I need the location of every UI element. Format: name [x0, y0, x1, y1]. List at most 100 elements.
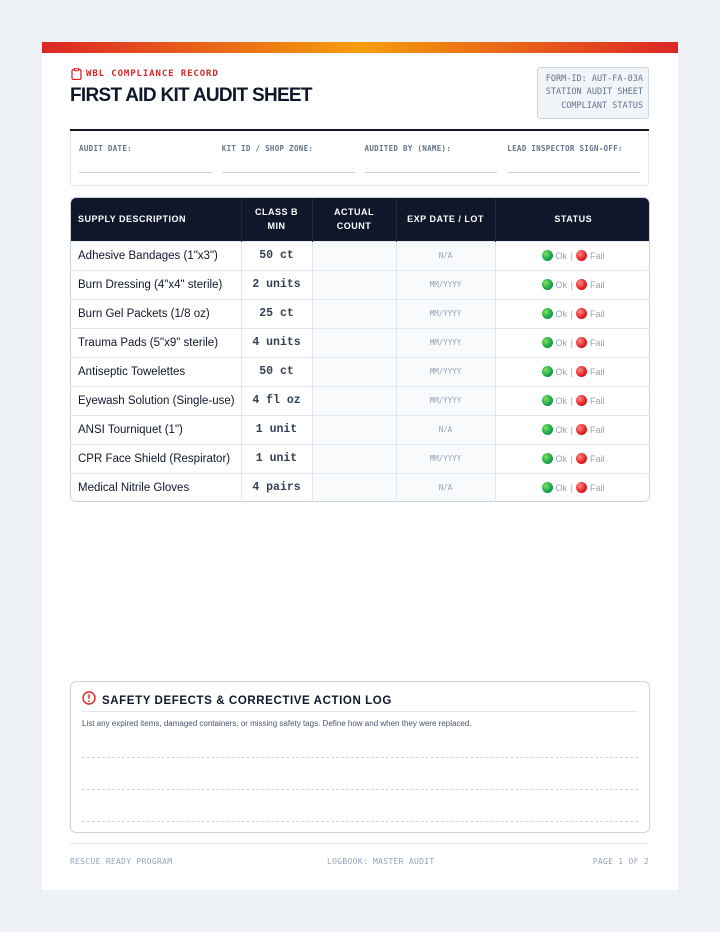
table-row: Burn Dressing (4"x4" sterile) 2 units MM/Y…	[71, 270, 649, 299]
table-row: CPR Face Shield (Respirator) 1 unit MM/YYY…	[71, 444, 649, 473]
actual-count-cell[interactable]	[312, 357, 397, 386]
page-title: FIRST AID KIT AUDIT SHEET	[70, 85, 313, 106]
supply-description: Burn Dressing (4"x4" sterile)	[71, 270, 242, 299]
exp-date-cell[interactable]: MM/YYYY	[396, 386, 496, 415]
status-fail-label[interactable]: Fail	[590, 309, 605, 319]
status-fail-label[interactable]: Fail	[590, 251, 605, 261]
red-dot-icon[interactable]	[576, 453, 588, 464]
exp-date-cell[interactable]: MM/YYYY	[396, 328, 496, 357]
footer-page-number: PAGE 1 OF 2	[592, 857, 649, 866]
status-separator: |	[570, 454, 573, 464]
exp-date-cell[interactable]: N/A	[396, 415, 496, 444]
status-fail-label[interactable]: Fail	[590, 396, 605, 406]
status-cell: Ok | Fail	[495, 415, 649, 444]
status-ok-label[interactable]: Ok	[556, 367, 568, 377]
table-row: Trauma Pads (5"x9" sterile) 4 units MM/YYY…	[71, 328, 649, 357]
status-ok-label[interactable]: Ok	[556, 454, 568, 464]
green-dot-icon[interactable]	[542, 250, 554, 261]
table-header-row: SUPPLY DESCRIPTION CLASS B MIN ACTUAL CO…	[71, 198, 649, 241]
supply-description: CPR Face Shield (Respirator)	[71, 444, 242, 473]
status-cell: Ok | Fail	[495, 444, 649, 473]
audit-date-field[interactable]: AUDIT DATE:	[79, 131, 212, 185]
class-b-min: 1 unit	[241, 444, 313, 473]
actual-count-cell[interactable]	[312, 270, 397, 299]
actual-count-cell[interactable]	[312, 299, 397, 328]
write-line[interactable]	[82, 789, 638, 790]
red-dot-icon[interactable]	[576, 395, 588, 406]
write-line[interactable]	[82, 821, 638, 822]
green-dot-icon[interactable]	[542, 482, 554, 494]
green-dot-icon[interactable]	[542, 366, 554, 377]
status-fail-label[interactable]: Fail	[590, 280, 605, 290]
inspector-signoff-field[interactable]: LEAD INSPECTOR SIGN-OFF:	[507, 131, 640, 185]
status-ok-label[interactable]: Ok	[556, 425, 568, 435]
status-ok-label[interactable]: Ok	[556, 309, 568, 319]
red-dot-icon[interactable]	[576, 308, 588, 319]
class-b-min: 4 fl oz	[241, 386, 313, 415]
col-header-line: MIN	[267, 221, 286, 232]
red-dot-icon[interactable]	[576, 250, 588, 261]
status-ok-label[interactable]: Ok	[556, 483, 568, 493]
actual-count-cell[interactable]	[312, 386, 397, 415]
kicker-label: WBL COMPLIANCE RECORD	[86, 69, 219, 79]
actual-count-cell[interactable]	[312, 328, 397, 357]
green-dot-icon[interactable]	[542, 279, 554, 290]
status-cell: Ok | Fail	[495, 386, 649, 415]
status-fail-label[interactable]: Fail	[590, 425, 605, 435]
col-header-exp-date: EXP DATE / LOT	[396, 198, 496, 241]
green-dot-icon[interactable]	[542, 424, 554, 435]
red-dot-icon[interactable]	[576, 279, 588, 290]
status-separator: |	[570, 251, 573, 261]
red-dot-icon[interactable]	[576, 424, 588, 435]
write-line[interactable]	[82, 757, 638, 758]
col-header-description: SUPPLY DESCRIPTION	[71, 198, 242, 241]
meta-label: AUDITED BY (NAME):	[364, 144, 452, 153]
status-ok-label[interactable]: Ok	[556, 280, 568, 290]
table-row: Adhesive Bandages (1"x3") 50 ct N/A Ok | F…	[71, 241, 649, 270]
status-separator: |	[570, 338, 573, 348]
status-fail-label[interactable]: Fail	[590, 338, 605, 348]
red-dot-icon[interactable]	[576, 337, 588, 348]
table-row: Eyewash Solution (Single-use) 4 fl oz MM/Y…	[71, 386, 649, 415]
status-fail-label[interactable]: Fail	[590, 483, 605, 493]
status-separator: |	[570, 280, 573, 290]
supply-description: Adhesive Bandages (1"x3")	[71, 241, 242, 270]
red-dot-icon[interactable]	[576, 482, 588, 494]
red-dot-icon[interactable]	[576, 366, 588, 377]
audited-by-field[interactable]: AUDITED BY (NAME):	[364, 131, 498, 185]
green-dot-icon[interactable]	[542, 395, 554, 406]
meta-label: AUDIT DATE:	[79, 144, 132, 153]
form-id-line: FORM-ID: AUT-FA-03A	[545, 74, 643, 84]
exp-date-cell[interactable]: MM/YYYY	[396, 270, 496, 299]
actual-count-cell[interactable]	[312, 473, 397, 501]
class-b-min: 2 units	[241, 270, 313, 299]
green-dot-icon[interactable]	[542, 337, 554, 348]
exp-date-cell[interactable]: MM/YYYY	[396, 299, 496, 328]
exp-date-cell[interactable]: N/A	[396, 241, 496, 270]
status-fail-label[interactable]: Fail	[590, 367, 605, 377]
kit-id-field[interactable]: KIT ID / SHOP ZONE:	[221, 131, 355, 185]
actual-count-cell[interactable]	[312, 241, 397, 270]
supply-table: SUPPLY DESCRIPTION CLASS B MIN ACTUAL CO…	[70, 197, 650, 502]
clipboard-icon	[71, 68, 82, 80]
green-dot-icon[interactable]	[542, 453, 554, 464]
status-fail-label[interactable]: Fail	[590, 454, 605, 464]
status-ok-label[interactable]: Ok	[556, 396, 568, 406]
page-footer: RESCUE READY PROGRAM LOGBOOK: MASTER AUD…	[70, 843, 649, 879]
actual-count-cell[interactable]	[312, 415, 397, 444]
exp-date-cell[interactable]: MM/YYYY	[396, 444, 496, 473]
write-line	[79, 172, 212, 173]
col-header-class-b-min: CLASS B MIN	[241, 198, 313, 241]
supply-description: Trauma Pads (5"x9" sterile)	[71, 328, 242, 357]
actual-count-cell[interactable]	[312, 444, 397, 473]
table-row: Antiseptic Towelettes 50 ct MM/YYYY Ok | F…	[71, 357, 649, 386]
exp-date-cell[interactable]: MM/YYYY	[396, 357, 496, 386]
green-dot-icon[interactable]	[542, 308, 554, 319]
status-ok-label[interactable]: Ok	[556, 251, 568, 261]
defects-log: SAFETY DEFECTS & CORRECTIVE ACTION LOG L…	[70, 681, 650, 833]
supply-description: Eyewash Solution (Single-use)	[71, 386, 242, 415]
table-row: ANSI Tourniquet (1") 1 unit N/A Ok | Fail	[71, 415, 649, 444]
status-ok-label[interactable]: Ok	[556, 338, 568, 348]
write-line	[507, 172, 640, 173]
exp-date-cell[interactable]: N/A	[396, 473, 496, 501]
